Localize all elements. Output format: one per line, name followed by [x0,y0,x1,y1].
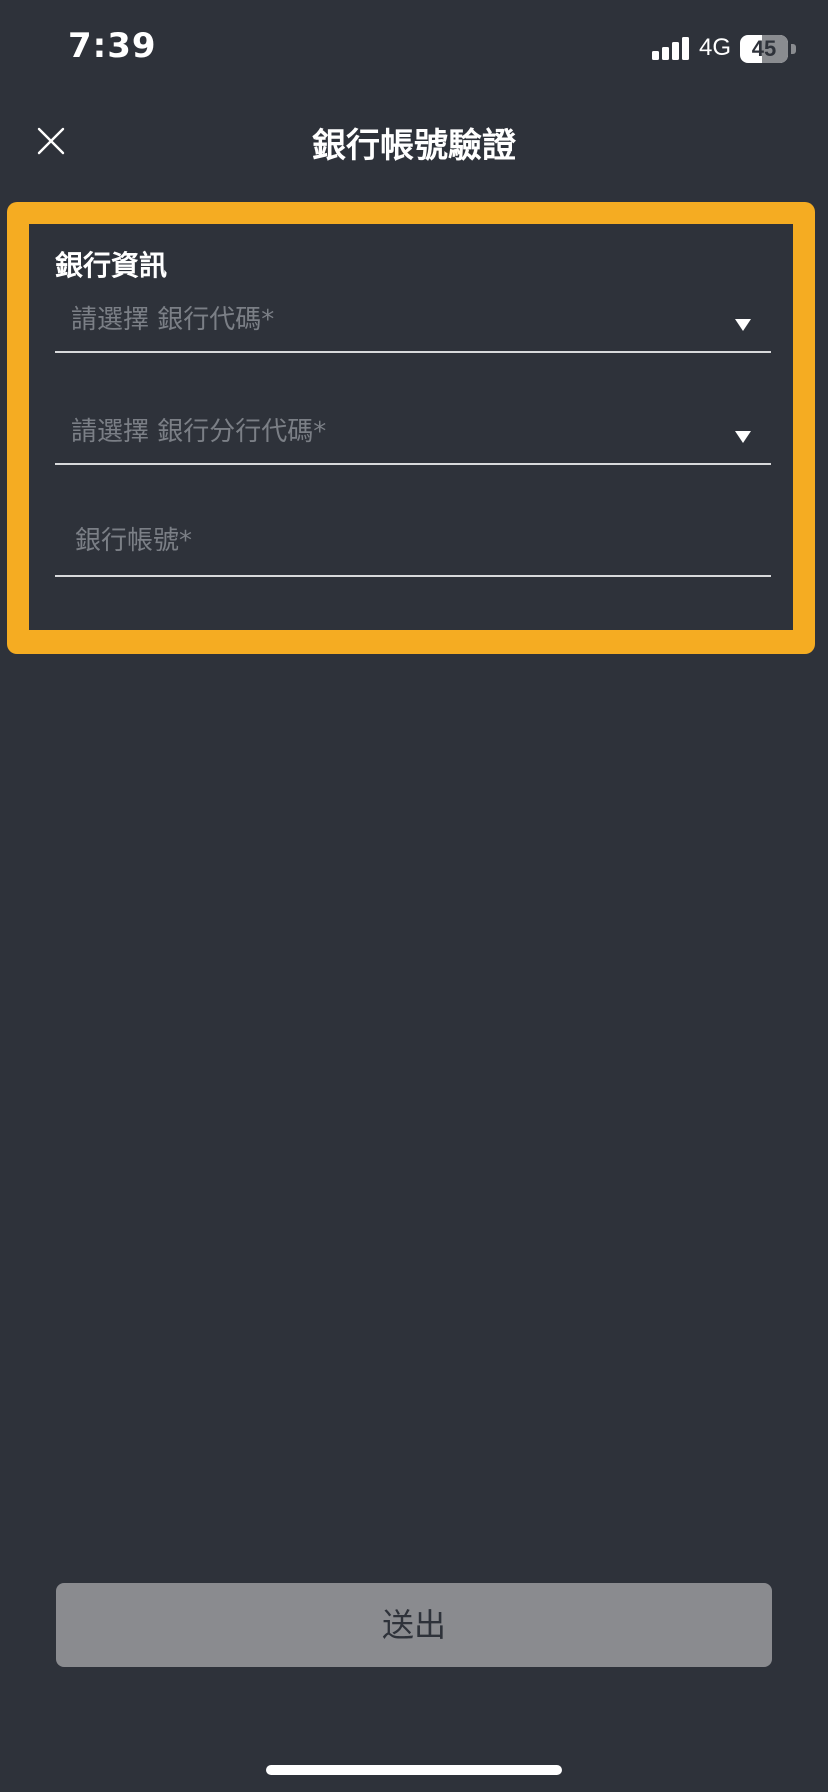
cellular-signal-icon [652,36,692,60]
battery-icon: 45 [740,35,788,63]
header: 銀行帳號驗證 [0,100,828,180]
triangle-down-icon [735,319,751,331]
submit-button[interactable]: 送出 [56,1583,772,1667]
account-number-input[interactable] [75,519,715,563]
bank-info-section: 銀行資訊 請選擇 銀行代碼* 請選擇 銀行分行代碼* [29,224,793,630]
status-time: 7:39 [68,26,157,66]
network-type: 4G [699,34,732,61]
bank-code-placeholder: 請選擇 銀行代碼* [71,305,275,335]
battery-level: 45 [751,36,777,61]
bank-info-highlight-frame: 銀行資訊 請選擇 銀行代碼* 請選擇 銀行分行代碼* [7,202,815,654]
branch-code-placeholder: 請選擇 銀行分行代碼* [71,417,327,447]
section-title: 銀行資訊 [55,249,168,282]
branch-code-select[interactable]: 請選擇 銀行分行代碼* [55,393,771,465]
page-title: 銀行帳號驗證 [312,126,516,166]
triangle-down-icon [735,431,751,443]
account-number-field[interactable] [55,505,771,577]
bank-code-select[interactable]: 請選擇 銀行代碼* [55,281,771,353]
battery-tip [791,44,796,54]
status-bar: 7:39 4G 45 [0,0,828,100]
home-indicator [266,1765,562,1775]
